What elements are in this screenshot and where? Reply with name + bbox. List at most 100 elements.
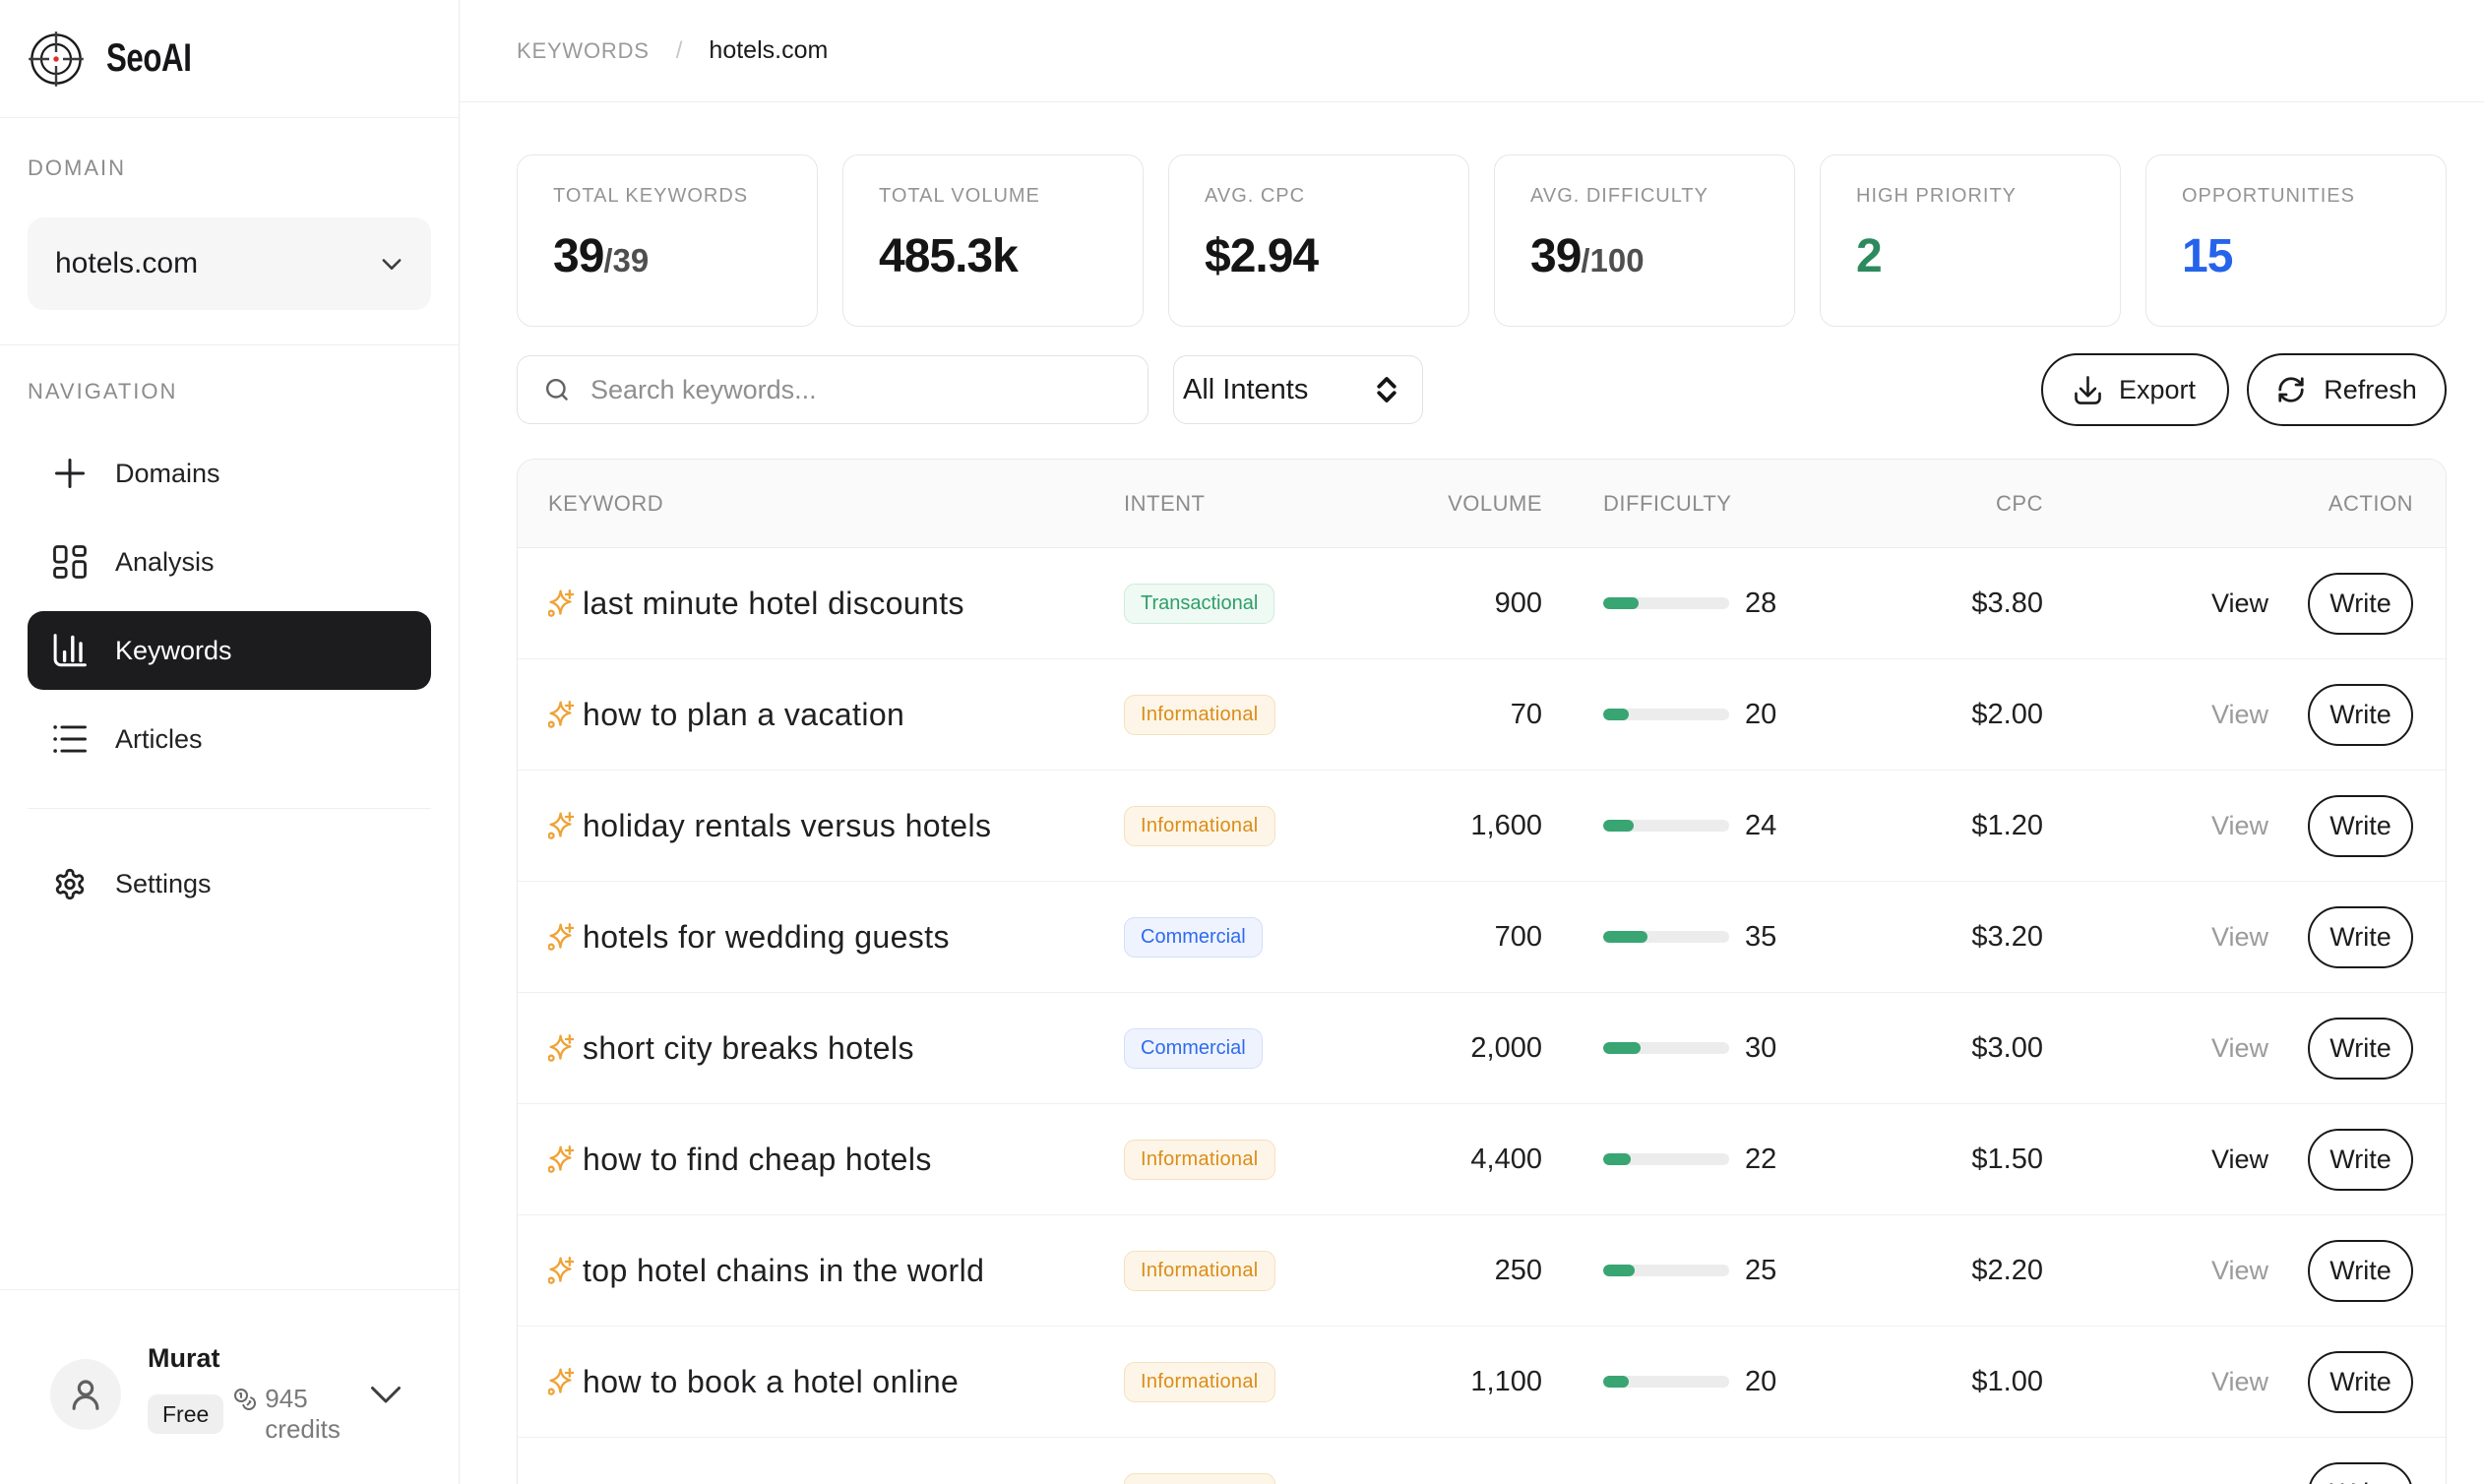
breadcrumb: KEYWORDS / hotels.com [460,0,2484,102]
bar-chart-icon [53,634,87,667]
stat-value-row: $2.94 [1205,229,1468,283]
difficulty-cell: 20 [1542,1366,1827,1398]
search-box [517,355,1149,424]
stat-card: AVG. DIFFICULTY 39 /100 [1494,155,1795,327]
difficulty-bar [1603,1153,1729,1165]
sparkle-icon [548,1257,574,1284]
table-row: how to find cheap hotels Informational 4… [518,1104,2446,1215]
write-button[interactable]: Write [2308,1240,2413,1302]
user-area[interactable]: Murat Free 945 credits [0,1289,459,1484]
refresh-button[interactable]: Refresh [2247,353,2447,426]
export-button[interactable]: Export [2041,353,2229,426]
table-header: KEYWORD INTENT VOLUME DIFFICULTY CPC ACT… [518,460,2446,548]
difficulty-bar [1603,1265,1729,1276]
column-header-cpc: CPC [1827,491,2043,517]
domain-section-label: DOMAIN [0,155,459,181]
view-link[interactable]: View [2211,700,2268,730]
sidebar-item-label: Analysis [115,547,215,578]
plan-badge: Free [148,1394,223,1434]
write-button[interactable]: Write [2308,795,2413,857]
view-link[interactable]: View [2211,811,2268,841]
volume-value: 700 [1399,921,1542,954]
keyword-cell: holiday rentals versus hotels [548,808,1124,844]
intent-cell: Commercial [1124,917,1399,958]
sparkle-icon [548,1368,574,1395]
stat-value-row: 485.3k [879,229,1143,283]
difficulty-value: 24 [1745,810,1776,842]
intent-badge: Informational [1124,1473,1275,1484]
volume-value: 4,400 [1399,1144,1542,1176]
view-link[interactable]: View [2211,1033,2268,1064]
intent-cell: Commercial [1124,1028,1399,1069]
sparkle-icon [548,701,574,728]
view-link[interactable]: View [2211,1256,2268,1286]
difficulty-bar-fill [1603,1153,1631,1165]
write-button[interactable]: Write [2308,1129,2413,1191]
difficulty-bar-fill [1603,597,1639,609]
write-button[interactable]: Write [2308,1462,2413,1484]
action-cell: View Write [2043,1240,2413,1302]
volume-value: 2,000 [1399,1032,1542,1065]
view-link[interactable]: View [2211,1144,2268,1175]
table-row: short city breaks hotels Commercial 2,00… [518,993,2446,1104]
sidebar-item-settings[interactable]: Settings [28,844,431,923]
keyword-text: how to book a hotel online [583,1364,959,1400]
gear-icon [53,867,87,900]
stat-value: 39 [553,229,603,283]
content: TOTAL KEYWORDS 39 /39 TOTAL VOLUME 485.3… [460,102,2484,1484]
logo: SeoAI [0,0,459,118]
list-icon [53,722,87,756]
difficulty-value: 28 [1745,587,1776,620]
chevron-down-icon[interactable] [369,1384,403,1407]
view-link[interactable]: View [2211,1367,2268,1397]
stat-label: AVG. DIFFICULTY [1530,185,1794,208]
keyword-cell: last minute hotel discounts [548,586,1124,622]
difficulty-cell: 35 [1542,921,1827,954]
write-button[interactable]: Write [2308,906,2413,968]
difficulty-bar [1603,1042,1729,1054]
sparkle-icon [548,1034,574,1062]
action-cell: View Write [2043,684,2413,746]
cpc-value: $2.20 [1827,1255,2043,1287]
stat-label: TOTAL VOLUME [879,185,1143,208]
cpc-value: $3.00 [1827,1032,2043,1065]
search-input[interactable] [590,375,1102,405]
difficulty-bar-fill [1603,1265,1635,1276]
cpc-value: $1.20 [1827,810,2043,842]
chevron-down-icon [378,250,405,278]
sidebar-item-keywords[interactable]: Keywords [28,611,431,690]
domain-select[interactable]: hotels.com [28,217,431,310]
stat-card: AVG. CPC $2.94 [1168,155,1469,327]
volume-value: 250 [1399,1255,1542,1287]
write-button[interactable]: Write [2308,1018,2413,1080]
stat-label: OPPORTUNITIES [2182,185,2446,208]
cpc-value: $3.20 [1827,921,2043,954]
write-button[interactable]: Write [2308,684,2413,746]
keyword-text: how to find cheap hotels [583,1142,932,1178]
sidebar-item-analysis[interactable]: Analysis [28,523,431,601]
action-cell: View Write [2043,1129,2413,1191]
table-row: Informational Write [518,1438,2446,1484]
column-header-keyword: KEYWORD [548,491,1124,517]
action-cell: View Write [2043,573,2413,635]
stat-label: AVG. CPC [1205,185,1468,208]
difficulty-value: 22 [1745,1144,1776,1176]
intent-filter[interactable]: All Intents [1173,355,1423,424]
stat-value: 39 [1530,229,1581,283]
write-button[interactable]: Write [2308,573,2413,635]
breadcrumb-section[interactable]: KEYWORDS [517,38,650,64]
intent-badge: Commercial [1124,917,1263,958]
view-link[interactable]: View [2211,922,2268,953]
dashboard-icon [53,545,87,579]
nav-list: Domains Analysis Keywords Articles [28,434,431,778]
action-cell: Write [2043,1462,2413,1484]
write-button[interactable]: Write [2308,1351,2413,1413]
keywords-table: KEYWORD INTENT VOLUME DIFFICULTY CPC ACT… [517,459,2447,1484]
stat-value: 15 [2182,229,2232,283]
sparkle-icon [548,1145,574,1173]
stat-label: TOTAL KEYWORDS [553,185,817,208]
view-link[interactable]: View [2211,588,2268,619]
sidebar-item-articles[interactable]: Articles [28,700,431,778]
keyword-text: hotels for wedding guests [583,919,950,956]
sidebar-item-domains[interactable]: Domains [28,434,431,513]
